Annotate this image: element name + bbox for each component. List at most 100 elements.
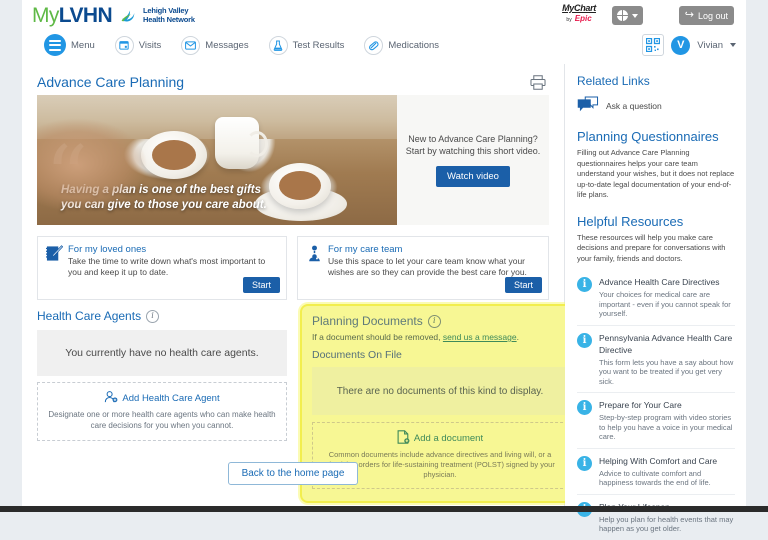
account-name-label: Vivian — [697, 39, 723, 51]
info-icon[interactable]: i — [146, 309, 160, 323]
sidebar-content: Related Links Ask a question Planning Qu… — [577, 74, 735, 540]
back-to-home-page-button[interactable]: Back to the home page — [227, 462, 359, 485]
card-title: For my care team — [328, 244, 403, 255]
planning-documents-heading: Planning Documents i — [312, 314, 568, 328]
logout-button[interactable]: ↪ Log out — [678, 6, 734, 25]
helpful-resources-list: i Advance Health Care Directives Your ch… — [577, 270, 735, 540]
hero-cup-held — [141, 131, 207, 179]
ask-a-question-link[interactable]: Ask a question — [577, 96, 735, 116]
helpful-resources-intro: These resources will help you make care … — [577, 232, 726, 263]
back-button-row: Back to the home page — [22, 462, 564, 485]
logout-icon: ↪ — [684, 9, 694, 21]
page-left-gutter — [0, 0, 22, 512]
resource-text: Pennsylvania Advance Health Care Directi… — [599, 332, 735, 387]
helpful-resources-heading: Helpful Resources — [577, 213, 684, 229]
hero-banner: “ Having a plan is one of the best gifts… — [37, 95, 549, 225]
add-health-care-agent-label: Add Health Care Agent — [122, 393, 220, 404]
main-column: Advance Care Planning “ Having a plan is… — [22, 64, 580, 506]
nav-item-messages[interactable]: Messages — [181, 35, 249, 55]
list-item[interactable]: i Pennsylvania Advance Health Care Direc… — [577, 326, 735, 393]
page-title: Advance Care Planning — [37, 74, 185, 90]
card-description: Use this space to let your care team kno… — [328, 256, 527, 277]
hero-image-coffee-cups: “ Having a plan is one of the best gifts… — [37, 95, 397, 225]
resource-text: Advance Health Care Directives Your choi… — [599, 276, 735, 319]
resource-description: This form lets you have a say about how … — [599, 357, 734, 386]
chevron-down-icon — [632, 13, 638, 18]
sidebar-column: Related Links Ask a question Planning Qu… — [565, 64, 746, 533]
speech-bubbles-icon — [577, 96, 599, 116]
documents-empty-state: There are no documents of this kind to d… — [312, 367, 568, 415]
removal-text-before: If a document should be removed, — [312, 332, 443, 342]
horizontal-scrollbar[interactable] — [0, 506, 768, 512]
nav-item-menu-label: Menu — [71, 39, 95, 51]
start-button-loved-ones[interactable]: Start — [242, 277, 280, 293]
hero-quote-text: Having a plan is one of the best gifts y… — [61, 184, 267, 211]
list-item[interactable]: i Helping With Comfort and Care Advice t… — [577, 449, 735, 495]
lvhn-org-line2: Health Network — [143, 14, 195, 24]
mychart-by-text: by — [566, 17, 572, 23]
page-content: Advance Care Planning “ Having a plan is… — [22, 64, 746, 533]
nav-item-test-results[interactable]: Test Results — [268, 35, 344, 55]
notepad-pen-icon — [46, 245, 64, 262]
list-item[interactable]: i Advance Health Care Directives Your ch… — [577, 270, 735, 326]
mychart-by-epic-badge: MyChart by Epic — [562, 4, 596, 24]
hero-video-promo: New to Advance Care Planning? Start by w… — [397, 95, 549, 225]
resource-text: Prepare for Your Care Step-by-step progr… — [599, 399, 735, 442]
planning-questionnaires-heading: Planning Questionnaires — [577, 129, 719, 144]
qr-code-icon[interactable] — [642, 34, 665, 56]
list-item[interactable]: i Plan Your Lifespan Help you plan for h… — [577, 495, 735, 540]
lvhn-org-name: Lehigh Valley Health Network — [143, 6, 195, 24]
planning-questionnaires-text: Filling out Advance Care Planning questi… — [577, 148, 735, 199]
resource-title: Prepare for Your Care — [599, 400, 682, 410]
nav-item-medications[interactable]: Medications — [364, 35, 440, 55]
add-health-care-agent-link[interactable]: Add Health Care Agent — [44, 391, 280, 406]
pills-icon — [364, 35, 384, 55]
card-for-my-loved-ones[interactable]: For my loved ones Take the time to write… — [37, 236, 287, 300]
mychart-advance-care-planning-page: MyLVHN Lehigh Valley Health Network MyCh… — [0, 0, 768, 533]
start-button-care-team[interactable]: Start — [504, 277, 542, 293]
resource-description: Help you plan for health events that may… — [599, 514, 734, 534]
add-document-label: Add a document — [413, 433, 484, 444]
nav-item-visits-label: Visits — [138, 39, 162, 51]
resource-text: Helping With Comfort and Care Advice to … — [599, 455, 735, 488]
nav-item-menu[interactable]: Menu — [44, 34, 95, 56]
watch-video-button[interactable]: Watch video — [436, 166, 510, 187]
add-document-link[interactable]: Add a document — [319, 430, 561, 447]
card-description: Take the time to write down what's most … — [68, 256, 266, 277]
documents-on-file-heading: Documents On File — [312, 349, 402, 361]
resource-title: Pennsylvania Advance Health Care Directi… — [599, 332, 733, 355]
chevron-down-icon[interactable] — [730, 43, 736, 47]
health-care-agents-heading: Health Care Agents i — [37, 309, 287, 323]
send-us-a-message-link[interactable]: send us a message — [443, 332, 517, 342]
hero-pitcher — [215, 117, 268, 169]
printer-icon[interactable] — [527, 72, 549, 92]
mychart-by-row: by Epic — [562, 13, 596, 24]
info-icon[interactable]: i — [427, 314, 441, 328]
card-for-my-care-team[interactable]: For my care team Use this space to let y… — [297, 236, 549, 300]
avatar[interactable]: V — [671, 35, 691, 55]
quote-mark-decoration: “ — [45, 128, 88, 225]
add-person-icon — [104, 391, 118, 406]
mylvhn-wordmark: MyLVHN — [32, 4, 113, 27]
nav-item-visits[interactable]: Visits — [114, 35, 162, 55]
brand-logo[interactable]: MyLVHN Lehigh Valley Health Network — [32, 5, 195, 26]
language-selector-button[interactable] — [612, 6, 643, 25]
page-right-gutter — [746, 0, 768, 512]
logo-lvhn-text: LVHN — [58, 4, 113, 27]
resource-description: Step-by-step program with video stories … — [599, 413, 733, 441]
globe-icon — [617, 10, 628, 21]
health-care-agents-empty-state: You currently have no health care agents… — [37, 330, 287, 376]
planning-cards: For my loved ones Take the time to write… — [37, 236, 549, 300]
planning-documents-removal-note: If a document should be removed, send us… — [312, 332, 568, 342]
add-document-icon — [397, 430, 410, 447]
health-care-agents-section: Health Care Agents i You currently have … — [37, 309, 287, 441]
card-title: For my loved ones — [68, 244, 147, 255]
add-health-care-agent-panel[interactable]: Add Health Care Agent Designate one or m… — [37, 382, 287, 441]
mychart-text: MyChart — [562, 3, 596, 13]
nav-item-medications-label: Medications — [388, 39, 440, 51]
planning-documents-heading-text: Planning Documents — [312, 314, 423, 328]
list-item[interactable]: i Prepare for Your Care Step-by-step pro… — [577, 393, 735, 449]
removal-text-after: . — [516, 332, 519, 342]
info-circle-icon: i — [577, 400, 592, 415]
nav-items: Menu Visits Messages Test Results Medica… — [44, 34, 439, 56]
